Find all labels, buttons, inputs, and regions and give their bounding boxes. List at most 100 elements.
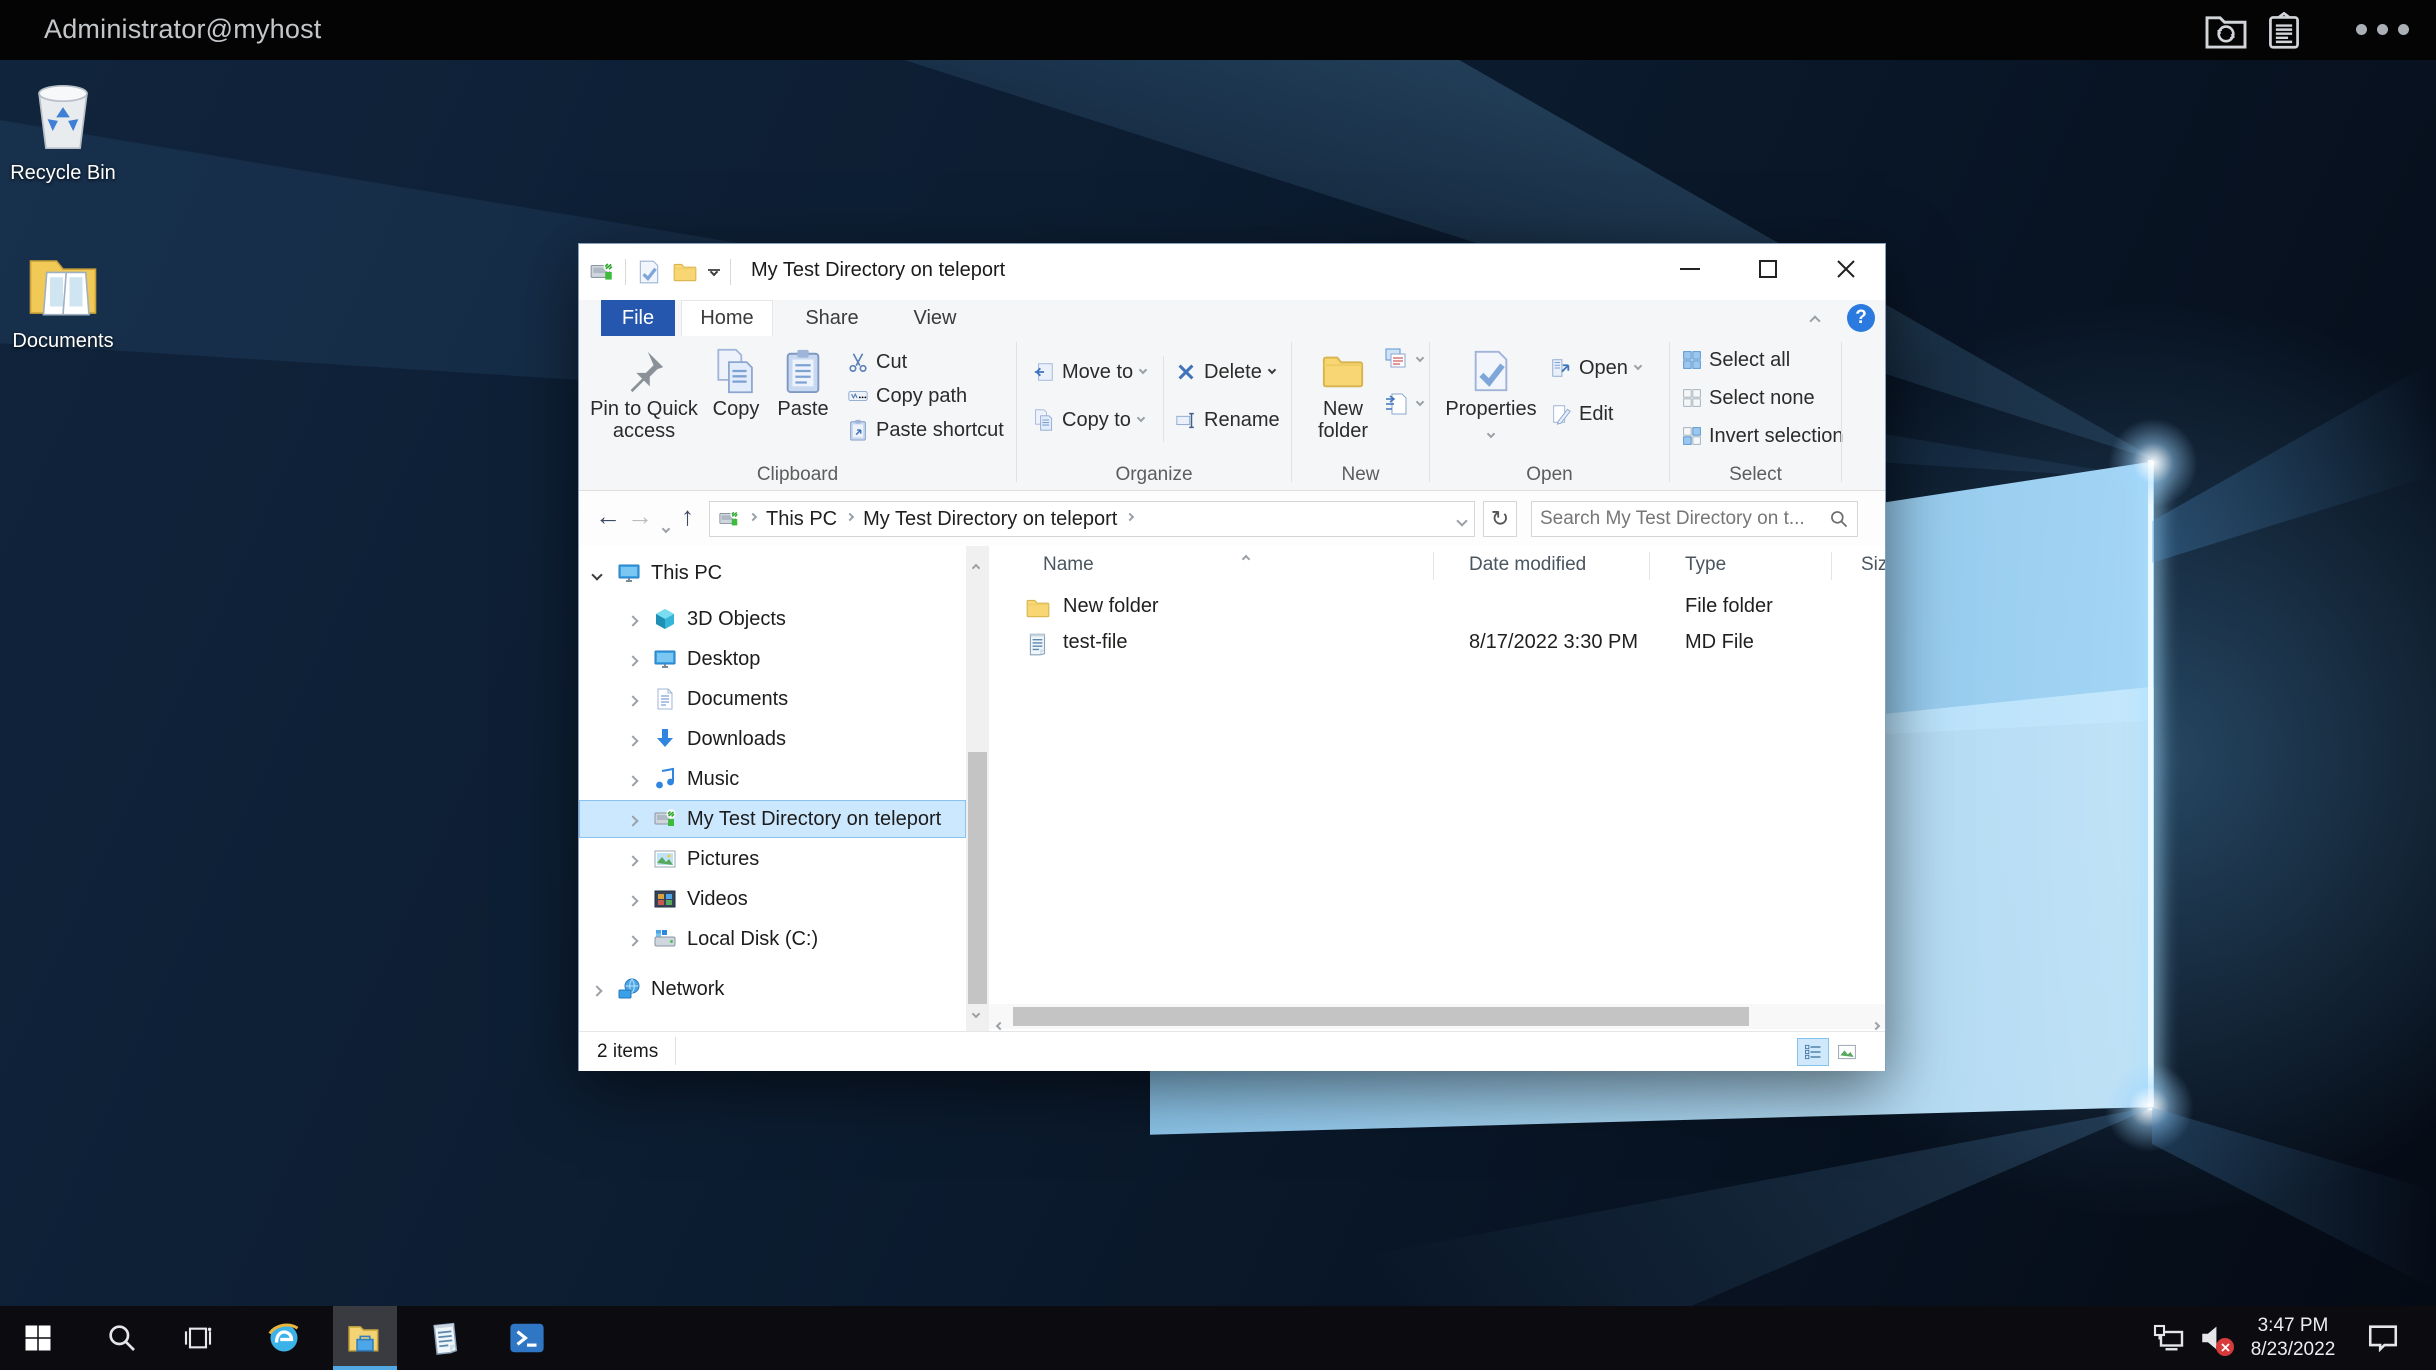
open-button[interactable]: Open (1550, 354, 1641, 382)
taskbar-powershell[interactable] (495, 1306, 559, 1370)
column-header-size[interactable]: Size (1861, 554, 1885, 576)
tree-item-pictures[interactable]: Pictures (579, 840, 966, 878)
tree-item-this-pc[interactable]: This PC (579, 554, 966, 592)
select-none-button[interactable]: Select none (1682, 384, 1815, 412)
expander-icon[interactable] (629, 808, 637, 831)
expander-icon[interactable] (593, 978, 601, 1001)
navigation-scrollbar[interactable] (966, 546, 989, 1031)
address-bar[interactable]: This PC My Test Directory on teleport (709, 501, 1475, 537)
tree-item-3d-objects[interactable]: 3D Objects (579, 600, 966, 638)
start-button[interactable] (6, 1306, 70, 1370)
help-button[interactable]: ? (1847, 304, 1875, 332)
taskbar-internet-explorer[interactable] (252, 1306, 316, 1370)
rename-button[interactable]: Rename (1175, 406, 1280, 434)
tab-home[interactable]: Home (681, 300, 773, 336)
large-icons-view-button[interactable] (1831, 1038, 1863, 1066)
column-header-type[interactable]: Type (1685, 554, 1726, 576)
tree-item-my-test-directory[interactable]: My Test Directory on teleport (579, 800, 966, 838)
ribbon-collapse-icon[interactable] (1811, 308, 1819, 331)
tray-network[interactable] (2152, 1306, 2188, 1370)
expander-icon[interactable] (629, 928, 637, 951)
tree-item-network[interactable]: Network (579, 970, 966, 1008)
title-bar[interactable]: My Test Directory on teleport (579, 244, 1885, 300)
expander-icon[interactable] (629, 768, 637, 791)
scroll-down-icon[interactable] (973, 1000, 979, 1023)
taskbar-file-explorer[interactable] (333, 1306, 397, 1370)
expander-icon[interactable] (629, 848, 637, 871)
scrollbar-thumb[interactable] (1013, 1007, 1749, 1026)
tree-item-music[interactable]: Music (579, 760, 966, 798)
tree-item-videos[interactable]: Videos (579, 880, 966, 918)
paste-button[interactable]: Paste (771, 342, 835, 420)
more-options-icon[interactable] (2356, 24, 2409, 35)
tab-view[interactable]: View (891, 300, 979, 336)
paste-shortcut-button[interactable]: Paste shortcut (847, 416, 1004, 444)
expander-icon[interactable] (593, 562, 601, 585)
forward-icon[interactable]: → (627, 501, 653, 532)
task-view-button[interactable] (166, 1306, 230, 1370)
search-icon[interactable] (1829, 509, 1849, 529)
move-to-button[interactable]: Move to (1033, 358, 1146, 386)
qat-new-folder-icon[interactable] (672, 259, 698, 285)
expander-icon[interactable] (629, 608, 637, 631)
tray-volume[interactable] (2198, 1306, 2232, 1370)
clipboard-sharing-icon[interactable] (2266, 12, 2302, 50)
edit-button[interactable]: Edit (1550, 400, 1613, 428)
maximize-button[interactable] (1735, 244, 1801, 294)
file-transfer-icon[interactable] (2204, 12, 2248, 50)
tab-file[interactable]: File (601, 300, 675, 336)
scroll-right-icon[interactable] (1873, 1012, 1879, 1031)
properties-button[interactable]: Properties (1444, 342, 1538, 443)
taskbar-notepad[interactable] (414, 1306, 478, 1370)
breadcrumb-current-folder[interactable]: My Test Directory on teleport (863, 508, 1117, 531)
tab-share[interactable]: Share (785, 300, 879, 336)
expander-icon[interactable] (629, 688, 637, 711)
invert-selection-button[interactable]: Invert selection (1682, 422, 1844, 450)
expander-icon[interactable] (629, 648, 637, 671)
copy-to-button[interactable]: Copy to (1033, 406, 1144, 434)
back-icon[interactable]: ← (595, 501, 621, 532)
action-center-button[interactable] (2366, 1306, 2400, 1370)
cut-button[interactable]: Cut (847, 348, 907, 376)
file-row-new-folder[interactable]: New folder File folder (989, 590, 1885, 626)
address-dropdown-icon[interactable] (1458, 508, 1466, 531)
desktop-icon-documents[interactable]: Documents (8, 248, 118, 353)
refresh-button[interactable]: ↻ (1483, 501, 1517, 537)
file-list-horizontal-scrollbar[interactable] (989, 1004, 1885, 1029)
pin-to-quick-access-button[interactable]: Pin to Quick access (585, 342, 703, 442)
scrollbar-thumb[interactable] (968, 752, 987, 1004)
minimize-button[interactable] (1657, 244, 1723, 294)
scroll-up-icon[interactable] (973, 554, 979, 577)
qat-customize-icon[interactable] (708, 269, 720, 275)
taskbar-clock[interactable]: 3:47 PM 8/23/2022 (2238, 1314, 2348, 1362)
delete-button[interactable]: Delete (1175, 358, 1275, 386)
search-input[interactable] (1540, 508, 1829, 530)
copy-path-button[interactable]: Copy path (847, 382, 967, 410)
expander-icon[interactable] (629, 728, 637, 751)
ribbon-group-organize: Move to Copy to Delete Rename Organize (1017, 336, 1291, 491)
new-folder-button[interactable]: New folder (1310, 342, 1376, 442)
qat-properties-icon[interactable] (636, 259, 662, 285)
select-all-button[interactable]: Select all (1682, 346, 1790, 374)
up-icon[interactable]: ↑ (681, 501, 694, 532)
paste-shortcut-icon (847, 419, 869, 441)
expander-icon[interactable] (629, 888, 637, 911)
copy-button[interactable]: Copy (705, 342, 767, 420)
taskbar-search-button[interactable] (90, 1306, 154, 1370)
recent-locations-icon[interactable] (663, 515, 669, 538)
easy-access-button[interactable] (1384, 390, 1423, 418)
close-button[interactable] (1813, 244, 1879, 294)
search-box[interactable] (1531, 501, 1858, 537)
details-view-button[interactable] (1797, 1038, 1829, 1066)
column-header-name[interactable]: Name (1043, 554, 1094, 576)
new-item-button[interactable] (1384, 346, 1423, 374)
breadcrumb-this-pc[interactable]: This PC (766, 508, 837, 531)
desktop-icon-recycle-bin[interactable]: Recycle Bin (8, 70, 118, 185)
scroll-left-icon[interactable] (997, 1012, 1003, 1031)
tree-item-local-disk-c[interactable]: Local Disk (C:) (579, 920, 966, 958)
file-row-test-file[interactable]: test-file 8/17/2022 3:30 PM MD File (989, 626, 1885, 662)
tree-item-documents[interactable]: Documents (579, 680, 966, 718)
tree-item-desktop[interactable]: Desktop (579, 640, 966, 678)
column-header-date-modified[interactable]: Date modified (1469, 554, 1586, 576)
tree-item-downloads[interactable]: Downloads (579, 720, 966, 758)
